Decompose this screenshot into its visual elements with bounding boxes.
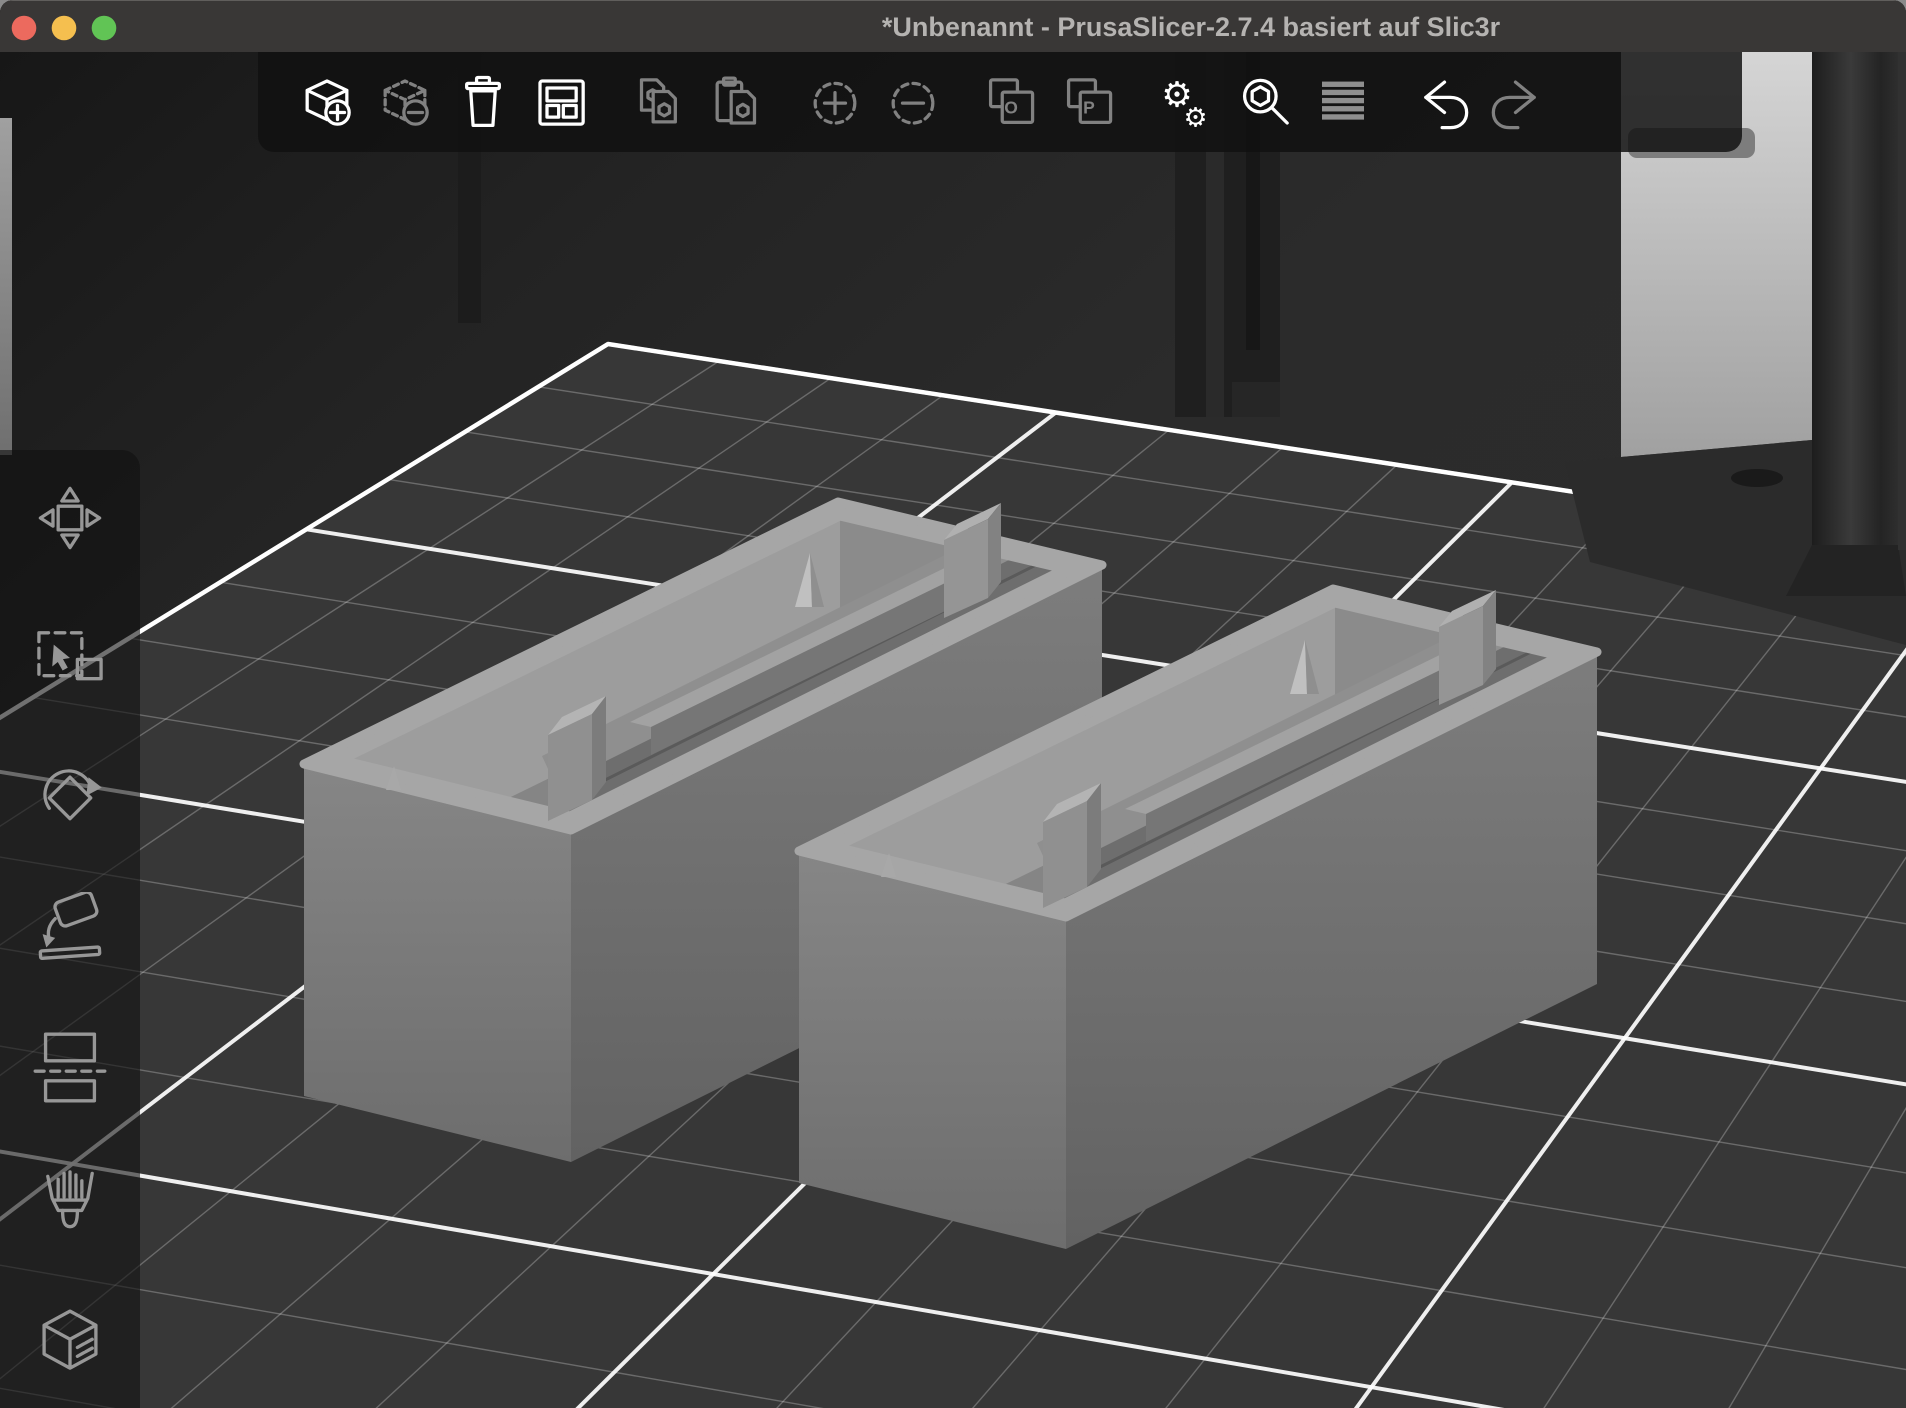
- traffic-lights: [0, 1, 140, 53]
- undo-button[interactable]: [1402, 54, 1480, 150]
- move-icon: [40, 488, 99, 547]
- arrange-icon: [540, 81, 583, 124]
- split-to-parts-button[interactable]: P: [1050, 54, 1128, 150]
- add-button[interactable]: [288, 54, 366, 150]
- minimize-button[interactable]: [52, 16, 77, 41]
- zoom-button[interactable]: [92, 16, 117, 41]
- add-instance-icon: [815, 83, 855, 123]
- redo-icon: [1493, 82, 1534, 128]
- copy-icon: [642, 80, 676, 122]
- variable-layer-height-button[interactable]: ⚙ ⚙: [1148, 54, 1226, 150]
- paint-brush-icon: [48, 1172, 92, 1227]
- undo-icon: [1426, 82, 1467, 128]
- delete-cube-icon: [385, 81, 427, 124]
- viewport-3d-canvas[interactable]: [0, 0, 1906, 1408]
- delete-all-button[interactable]: [444, 54, 522, 150]
- titlebar: *Unbenannt - PrusaSlicer-2.7.4 basiert a…: [0, 0, 1906, 52]
- add-instance-button[interactable]: [796, 54, 874, 150]
- rotate-button[interactable]: [24, 746, 116, 838]
- paint-on-supports-button[interactable]: [24, 1157, 116, 1249]
- search-button[interactable]: [1226, 54, 1304, 150]
- cut-button[interactable]: [24, 1020, 116, 1112]
- frame-z-cylinder: [1812, 45, 1898, 550]
- rotate-icon: [45, 771, 102, 819]
- add-cube-icon: [307, 81, 349, 124]
- trash-icon: [467, 78, 500, 126]
- place-on-face-icon: [40, 892, 100, 958]
- layers-icon: [1322, 82, 1364, 120]
- paste-icon: [717, 78, 754, 123]
- redo-button[interactable]: [1480, 54, 1558, 150]
- scale-icon: [39, 633, 101, 679]
- left-toolbar: [0, 450, 140, 1408]
- split-objects-icon: O: [991, 80, 1033, 123]
- cut-icon: [35, 1034, 105, 1101]
- close-button[interactable]: [12, 16, 37, 41]
- svg-text:⚙: ⚙: [1184, 103, 1208, 131]
- arrange-button[interactable]: [522, 54, 600, 150]
- seam-painting-button[interactable]: [24, 1294, 116, 1386]
- search-icon: [1245, 80, 1288, 123]
- copy-button[interactable]: [620, 54, 698, 150]
- split-parts-icon: P: [1069, 80, 1111, 123]
- delete-button[interactable]: [366, 54, 444, 150]
- gears-icon: ⚙ ⚙: [1161, 76, 1207, 130]
- split-objects-glyph: O: [1004, 98, 1018, 118]
- window-title: *Unbenannt - PrusaSlicer-2.7.4 basiert a…: [882, 1, 1500, 53]
- seam-cube-icon: [44, 1311, 96, 1368]
- top-toolbar: O P ⚙ ⚙: [258, 52, 1742, 152]
- place-on-face-button[interactable]: [24, 883, 116, 975]
- scale-button[interactable]: [24, 609, 116, 701]
- move-button[interactable]: [24, 472, 116, 564]
- remove-instance-icon: [893, 83, 933, 123]
- app-window: *Unbenannt - PrusaSlicer-2.7.4 basiert a…: [0, 0, 1906, 1408]
- layers-view-button[interactable]: [1304, 54, 1382, 150]
- frame-left-light-strip: [0, 118, 12, 455]
- split-parts-glyph: P: [1083, 98, 1095, 118]
- remove-instance-button[interactable]: [874, 54, 952, 150]
- split-to-objects-button[interactable]: O: [972, 54, 1050, 150]
- paste-button[interactable]: [698, 54, 776, 150]
